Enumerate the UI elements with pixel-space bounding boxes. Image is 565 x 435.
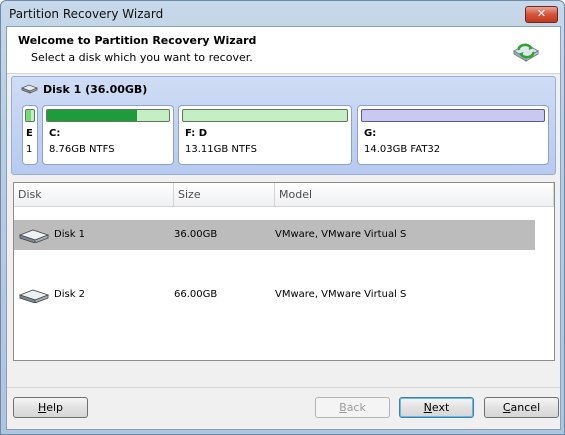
- partition-usage-bar: [182, 109, 348, 122]
- next-button-accesskey: N: [423, 401, 432, 414]
- partition-block-f[interactable]: F: D 13.11GB NTFS: [178, 105, 352, 165]
- disk-size-cell: 36.00GB: [174, 229, 218, 240]
- hard-disk-icon: [19, 289, 49, 303]
- back-button-accesskey: B: [339, 401, 347, 414]
- hard-disk-icon: [21, 84, 38, 94]
- partition-label: F: D: [185, 128, 208, 139]
- cancel-button-accesskey: C: [502, 401, 511, 414]
- disk-map-panel: Disk 1 (36.00GB) E 1 C: 8.76GB NTFS F: D…: [11, 76, 556, 175]
- partition-info: 13.11GB NTFS: [185, 144, 257, 155]
- help-button-accesskey: H: [37, 401, 47, 414]
- page-title: Welcome to Partition Recovery Wizard: [18, 34, 257, 47]
- table-row[interactable]: Disk 1 36.00GB VMware, VMware Virtual S: [14, 220, 535, 250]
- back-button-label-rest: ack: [346, 401, 366, 414]
- disk-name-cell: Disk 1: [54, 229, 86, 240]
- button-separator: [7, 387, 560, 388]
- close-button[interactable]: ✕: [525, 6, 558, 23]
- column-header-model[interactable]: Model: [275, 183, 554, 206]
- column-header-disk[interactable]: Disk: [14, 183, 174, 206]
- hard-disk-icon: [19, 229, 49, 243]
- disk-name-cell: Disk 2: [54, 289, 86, 300]
- partition-info: 1: [26, 144, 33, 155]
- page-subtitle: Select a disk which you want to recover.: [31, 51, 253, 64]
- title-bar[interactable]: Partition Recovery Wizard ✕: [1, 1, 564, 27]
- partition-usage-bar: [25, 109, 35, 122]
- close-icon: ✕: [536, 7, 547, 20]
- partition-usage-fill: [47, 110, 138, 121]
- disk-map-title: Disk 1 (36.00GB): [43, 83, 148, 96]
- help-button-label-rest: elp: [46, 401, 64, 414]
- help-button[interactable]: Help: [13, 397, 88, 418]
- partition-label: E: [26, 128, 33, 139]
- table-header: Disk Size Model: [14, 183, 554, 207]
- partition-info: 8.76GB NTFS: [49, 144, 115, 155]
- disk-model-cell: VMware, VMware Virtual S: [275, 289, 407, 300]
- wizard-header: Welcome to Partition Recovery Wizard Sel…: [7, 27, 560, 74]
- partition-block-g[interactable]: G: 14.03GB FAT32: [357, 105, 549, 165]
- client-area: Welcome to Partition Recovery Wizard Sel…: [6, 26, 561, 430]
- partition-usage-fill: [26, 110, 31, 121]
- window-title: Partition Recovery Wizard: [9, 7, 164, 21]
- wizard-window: Partition Recovery Wizard ✕ Welcome to P…: [0, 0, 565, 435]
- table-row[interactable]: Disk 2 66.00GB VMware, VMware Virtual S: [14, 280, 535, 310]
- disk-list-table[interactable]: Disk Size Model Disk 1 36.00GB VMware, V…: [13, 182, 555, 361]
- partition-usage-bar: [46, 109, 170, 122]
- partition-usage-bar: [361, 109, 545, 122]
- partition-label: C:: [49, 128, 61, 139]
- cancel-button-label-rest: ancel: [510, 401, 541, 414]
- partition-block-c[interactable]: C: 8.76GB NTFS: [42, 105, 174, 165]
- partition-block-e[interactable]: E 1: [22, 105, 38, 165]
- column-header-size[interactable]: Size: [174, 183, 275, 206]
- partition-label: G:: [364, 128, 377, 139]
- next-button[interactable]: Next: [399, 397, 474, 418]
- partition-info: 14.03GB FAT32: [364, 144, 441, 155]
- disk-size-cell: 66.00GB: [174, 289, 218, 300]
- recovery-wizard-icon: [513, 43, 539, 62]
- next-button-label-rest: ext: [431, 401, 450, 414]
- disk-model-cell: VMware, VMware Virtual S: [275, 229, 407, 240]
- back-button[interactable]: Back: [315, 397, 390, 418]
- cancel-button[interactable]: Cancel: [484, 397, 559, 418]
